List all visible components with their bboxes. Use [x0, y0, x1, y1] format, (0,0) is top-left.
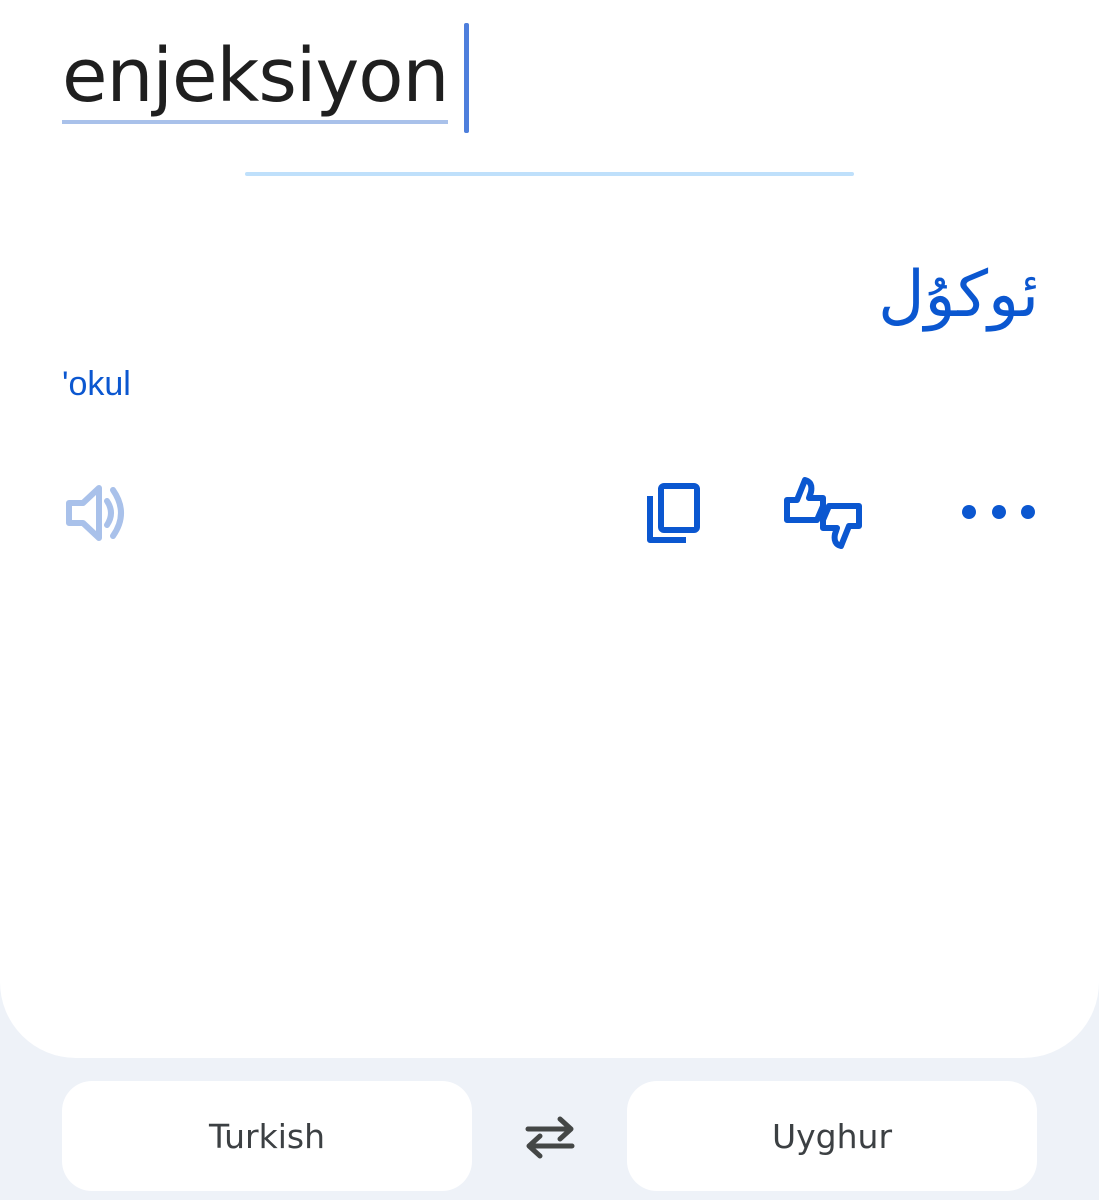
source-language-button[interactable]: Turkish — [62, 1081, 472, 1191]
copy-icon — [647, 483, 700, 543]
rate-translation-button[interactable] — [780, 472, 866, 554]
input-divider — [245, 172, 854, 176]
more-options-button[interactable] — [952, 492, 1038, 532]
target-language-button[interactable]: Uyghur — [627, 1081, 1037, 1191]
source-text[interactable]: enjeksiyon — [62, 32, 449, 124]
source-input[interactable]: enjeksiyon — [62, 22, 449, 134]
more-horizontal-icon — [962, 505, 1035, 519]
translation-card: enjeksiyon ئوكۇل 'okul — [0, 0, 1099, 1058]
speaker-icon — [66, 485, 124, 541]
text-cursor — [464, 23, 469, 133]
swap-languages-button[interactable] — [512, 1108, 588, 1166]
copy-button[interactable] — [638, 478, 708, 550]
source-language-label: Turkish — [208, 1116, 325, 1156]
translated-text: ئوكۇل — [878, 258, 1039, 332]
target-language-label: Uyghur — [771, 1116, 893, 1156]
romanization-text: 'okul — [62, 365, 131, 403]
listen-button[interactable] — [58, 478, 134, 548]
swap-arrows-icon — [525, 1116, 575, 1159]
thumbs-up-down-icon — [784, 477, 862, 549]
